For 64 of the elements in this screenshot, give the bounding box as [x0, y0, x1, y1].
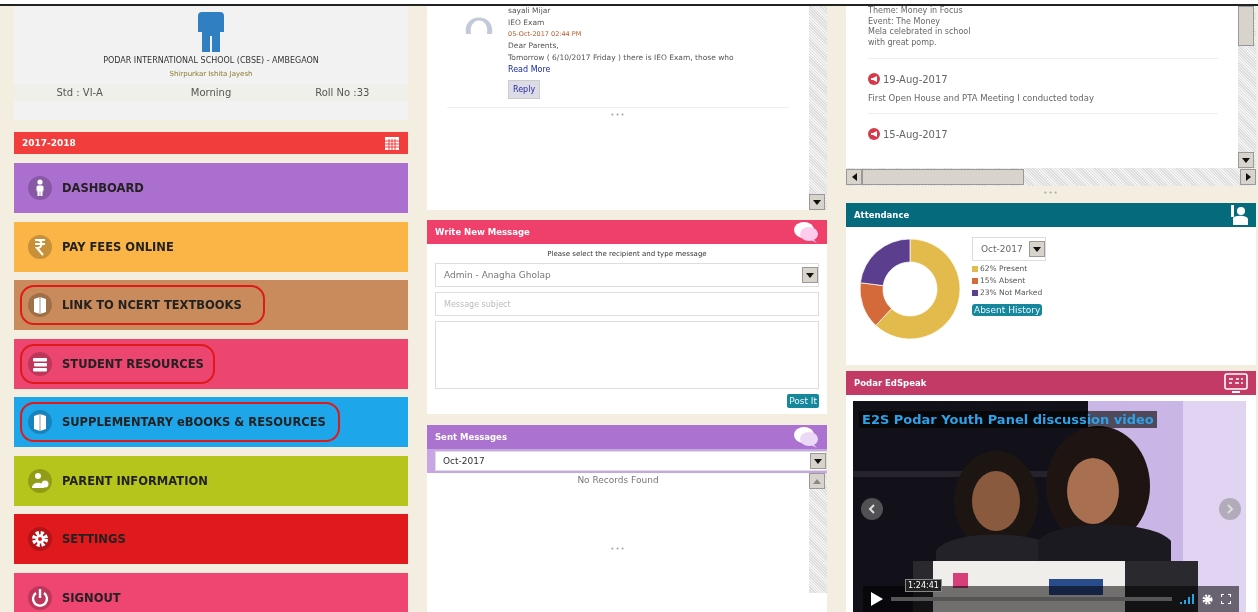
menu-item[interactable]: PARENT INFORMATION: [14, 455, 408, 506]
scrollbar[interactable]: [809, 473, 827, 593]
news-text: Theme: Money in Focus: [868, 6, 964, 17]
scroll-left-icon[interactable]: [846, 169, 862, 185]
post-button[interactable]: Post It: [787, 394, 819, 408]
subject-field[interactable]: Message subject: [435, 292, 819, 316]
raised-hand-person-icon: [1230, 205, 1248, 225]
books-icon: [28, 351, 52, 376]
panel-title: Podar EdSpeak: [854, 378, 927, 388]
previous-icon[interactable]: [861, 498, 883, 520]
school-name: PODAR INTERNATIONAL SCHOOL (CBSE) - AMBEGAON: [103, 56, 319, 65]
scroll-right-icon[interactable]: [1240, 169, 1256, 185]
power-icon: [28, 585, 52, 610]
book-icon: [28, 410, 52, 434]
reply-button[interactable]: Reply: [508, 80, 541, 99]
progress-track[interactable]: [891, 597, 1172, 601]
time-tooltip: 1:24:41: [905, 579, 942, 592]
menu-item[interactable]: STUDENT RESOURCES: [14, 338, 408, 389]
month-dropdown[interactable]: Oct-2017: [972, 237, 1046, 261]
calendar-icon[interactable]: [384, 135, 400, 151]
student-info: Roll No :33: [276, 84, 408, 101]
month-dropdown[interactable]: Oct-2017: [435, 451, 827, 471]
play-icon[interactable]: [871, 592, 883, 606]
recipient-dropdown[interactable]: Admin - Anagha Gholap: [435, 263, 819, 287]
presentation-board-icon: [1224, 373, 1248, 393]
gear-icon: [28, 527, 52, 551]
menu-item[interactable]: SUPPLEMENTARY eBOOKS & RESOURCES: [14, 397, 408, 447]
scroll-thumb[interactable]: [862, 169, 1024, 185]
academic-year: 2017-2018: [22, 138, 76, 148]
scroll-thumb[interactable]: [1238, 6, 1254, 46]
megaphone-icon: [868, 73, 880, 85]
scrollbar[interactable]: [846, 168, 1256, 186]
student-info: Morning: [145, 84, 277, 101]
scrollbar[interactable]: [809, 6, 827, 210]
message-field[interactable]: [435, 321, 819, 389]
panel-title: Sent Messages: [435, 432, 507, 442]
absent-history-button[interactable]: Absent History: [972, 304, 1043, 316]
parent-icon: [28, 468, 52, 493]
menu-item[interactable]: SIGNOUT: [14, 572, 408, 612]
news-text: Event: The Money: [868, 16, 942, 27]
megaphone-icon: [868, 128, 880, 140]
news-date: 19-Aug-2017: [883, 73, 948, 85]
video-title[interactable]: E2S Podar Youth Panel discussion video: [859, 411, 1157, 428]
news-text: with great pomp.: [868, 37, 938, 48]
chat-bubbles-icon: [793, 426, 819, 448]
empty-message: No Records Found: [576, 475, 660, 485]
menu-item[interactable]: SETTINGS: [14, 514, 408, 564]
news-text: First Open House and PTA Meeting I conducted today: [868, 93, 1095, 103]
student-info: Std : VI-A: [14, 84, 146, 101]
book-icon: [28, 293, 52, 317]
scrollbar[interactable]: [1238, 6, 1256, 168]
menu-item[interactable]: PAY FEES ONLINE: [14, 221, 408, 272]
rupee-icon: [28, 234, 52, 259]
panel-title: Write New Message: [435, 227, 530, 237]
person-icon: [28, 176, 52, 200]
fullscreen-icon[interactable]: [1221, 594, 1231, 604]
news-text: Mela celebrated in school: [868, 27, 972, 38]
read-more-link[interactable]: Read More: [508, 65, 734, 74]
panel-title: Attendance: [854, 210, 910, 220]
news-date: 15-Aug-2017: [883, 128, 948, 140]
menu-item[interactable]: DASHBOARD: [14, 163, 408, 213]
settings-icon[interactable]: [1202, 593, 1213, 605]
menu-item[interactable]: LINK TO NCERT TEXTBOOKS: [14, 280, 408, 330]
volume-icon[interactable]: [1180, 594, 1194, 604]
